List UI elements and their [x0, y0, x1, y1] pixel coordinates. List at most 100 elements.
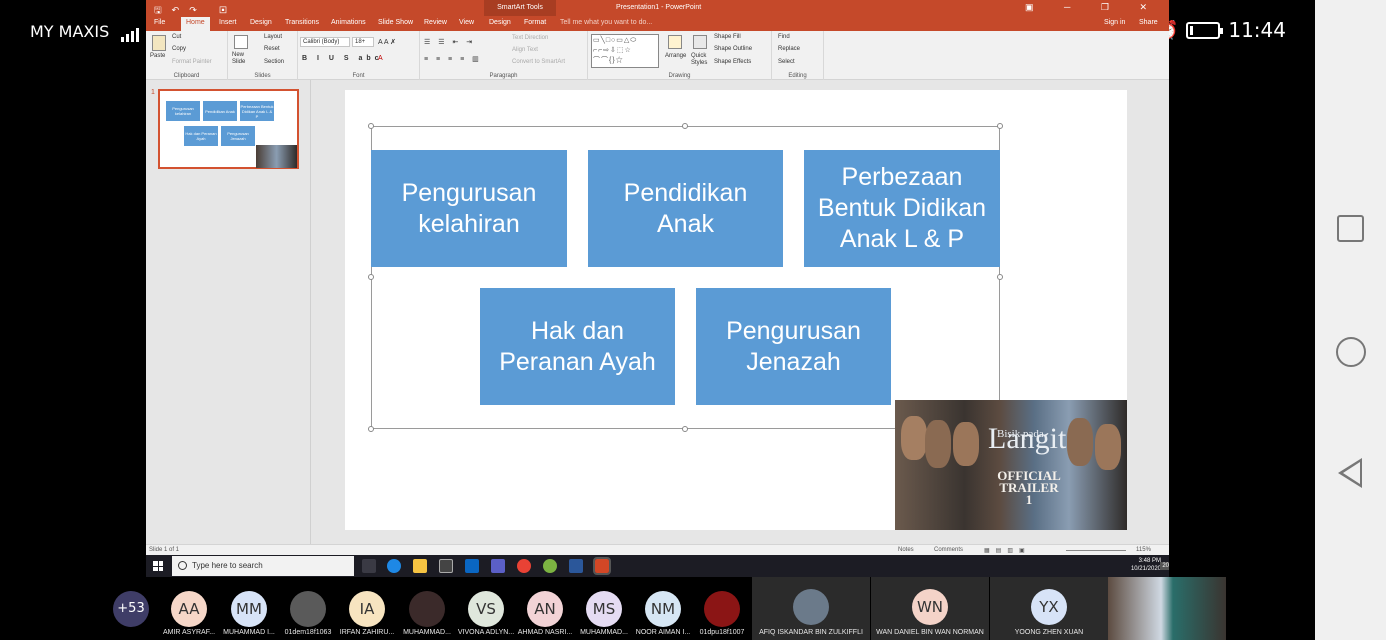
smartart-box-pengurusan-jenazah[interactable]: Pengurusan Jenazah: [696, 288, 891, 405]
task-view-icon[interactable]: [362, 559, 376, 573]
taskbar-search-label: Type here to search: [192, 561, 263, 570]
layout-button[interactable]: Layout: [264, 34, 282, 40]
slide-count: Slide 1 of 1: [149, 547, 180, 553]
zoom-slider[interactable]: [1066, 550, 1126, 551]
paste-icon[interactable]: [152, 35, 166, 51]
teams-icon[interactable]: [491, 559, 505, 573]
comments-button[interactable]: Comments: [934, 547, 963, 553]
reset-button[interactable]: Reset: [264, 46, 280, 52]
section-button[interactable]: Section: [264, 59, 284, 65]
tab-insert[interactable]: Insert: [219, 19, 237, 26]
find-button[interactable]: Find: [778, 34, 790, 40]
home-button[interactable]: [1336, 337, 1366, 367]
tab-smartart-design[interactable]: Design: [489, 19, 511, 26]
tab-design[interactable]: Design: [250, 19, 272, 26]
resize-handle[interactable]: [997, 123, 1003, 129]
smartart-box-perbezaan-bentuk[interactable]: Perbezaan Bentuk Didikan Anak L & P: [804, 150, 1000, 267]
format-painter-button[interactable]: Format Painter: [172, 59, 212, 65]
smartart-box-hak-dan-peranan[interactable]: Hak dan Peranan Ayah: [480, 288, 675, 405]
arrange-button[interactable]: Arrange: [665, 53, 686, 59]
thumbnail-number: 1: [151, 89, 155, 96]
thumb-box: Hak dan Peranan Ayah: [184, 126, 218, 146]
resize-handle[interactable]: [368, 426, 374, 432]
tab-slide-show[interactable]: Slide Show: [378, 19, 413, 26]
participant-tile[interactable]: YX YOONG ZHEN XUAN: [990, 577, 1108, 640]
select-button[interactable]: Select: [778, 59, 795, 65]
edge-icon[interactable]: [387, 559, 401, 573]
align-buttons[interactable]: ≡ ≡ ≡ ≡ ▥: [424, 55, 482, 63]
participant-tile[interactable]: WN WAN DANIEL BIN WAN NORMAN: [871, 577, 989, 640]
tell-me-box[interactable]: Tell me what you want to do...: [560, 19, 652, 26]
tab-animations[interactable]: Animations: [331, 19, 366, 26]
new-slide-button[interactable]: New Slide: [232, 52, 254, 66]
font-size-select[interactable]: 18+: [352, 37, 374, 47]
copy-button[interactable]: Copy: [172, 46, 186, 52]
file-explorer-icon[interactable]: [413, 559, 427, 573]
tab-review[interactable]: Review: [424, 19, 447, 26]
new-slide-icon[interactable]: [234, 35, 248, 49]
recents-button[interactable]: [1337, 215, 1364, 242]
video-poster[interactable]: Bisik pada Langit OFFICIAL TRAILER 1: [895, 400, 1127, 530]
smartart-box-pendidikan-anak[interactable]: Pendidikan Anak: [588, 150, 783, 267]
tab-file[interactable]: File: [154, 19, 165, 26]
align-text-button[interactable]: Align Text: [512, 47, 538, 53]
android-nav-bar: [1315, 0, 1386, 640]
sign-in-link[interactable]: Sign in: [1104, 19, 1125, 26]
participant[interactable]: 01dpu18f1007: [682, 577, 762, 640]
slide-thumbnail[interactable]: Pengurusan kelahiran Pendidikan Anak Per…: [158, 89, 299, 169]
replace-button[interactable]: Replace: [778, 46, 800, 52]
notes-button[interactable]: Notes: [898, 547, 914, 553]
tray-date: 10/21/2020: [1130, 566, 1161, 572]
more-participants[interactable]: +53: [112, 577, 152, 640]
tab-home[interactable]: Home: [181, 17, 210, 31]
font-name-select[interactable]: Calibri (Body): [300, 37, 350, 47]
chrome-icon[interactable]: [517, 559, 531, 573]
shapes-gallery[interactable]: ▭╲□○▭△⬭ ⌐⌐⇨⇩⬚☆ ⌒⌒{}☆: [591, 34, 659, 68]
text-direction-button[interactable]: Text Direction: [512, 35, 548, 41]
tray-time: 3:48 PM: [1138, 558, 1161, 564]
title-bar: 🖫↶↷ ▣ SmartArt Tools Presentation1 - Pow…: [146, 0, 1169, 16]
list-buttons[interactable]: ☰ ☰ ⇤ ⇥: [424, 38, 475, 46]
word-icon[interactable]: [569, 559, 583, 573]
resize-handle[interactable]: [368, 274, 374, 280]
mail-icon[interactable]: [465, 559, 479, 573]
resize-handle[interactable]: [997, 274, 1003, 280]
cut-button[interactable]: Cut: [172, 34, 181, 40]
battery-icon: [1186, 21, 1224, 39]
shape-effects-button[interactable]: Shape Effects: [714, 59, 751, 65]
tab-format[interactable]: Format: [524, 19, 546, 26]
quick-styles-button[interactable]: Quick Styles: [691, 53, 711, 67]
participant-tile[interactable]: AFIQ ISKANDAR BIN ZULKIFFLI: [752, 577, 870, 640]
chrome-profile-icon[interactable]: [543, 559, 557, 573]
clipboard-group: Paste Cut Copy Format Painter Clipboard: [146, 31, 228, 80]
zoom-level[interactable]: 115%: [1136, 547, 1151, 553]
window-controls[interactable]: ▣ ─ ❐ ✕: [1025, 2, 1161, 13]
store-icon[interactable]: [439, 559, 453, 573]
quick-styles-icon[interactable]: [693, 35, 707, 49]
shape-fill-button[interactable]: Shape Fill: [714, 34, 741, 40]
view-buttons[interactable]: ▦▤▥▣: [984, 547, 1031, 554]
powerpoint-icon[interactable]: [593, 557, 611, 575]
system-tray[interactable]: 3:48 PM 10/21/2020: [1131, 557, 1161, 573]
back-button[interactable]: [1338, 458, 1362, 488]
taskbar-search[interactable]: Type here to search: [172, 556, 354, 576]
shape-outline-button[interactable]: Shape Outline: [714, 46, 752, 52]
paste-button[interactable]: Paste: [150, 53, 165, 59]
status-bar: Slide 1 of 1 Notes Comments ▦▤▥▣ 115%: [146, 544, 1169, 555]
windows-start-icon[interactable]: [153, 561, 163, 571]
tab-transitions[interactable]: Transitions: [285, 19, 319, 26]
resize-handle[interactable]: [368, 123, 374, 129]
notification-count[interactable]: 20: [1160, 562, 1169, 570]
smartart-box-pengurusan-kelahiran[interactable]: Pengurusan kelahiran: [371, 150, 567, 267]
font-color-button[interactable]: A: [378, 55, 383, 62]
resize-handle[interactable]: [682, 426, 688, 432]
self-video-tile[interactable]: [1108, 577, 1226, 640]
font-size-buttons[interactable]: A A ✗: [378, 38, 396, 46]
tab-view[interactable]: View: [459, 19, 474, 26]
share-button[interactable]: Share: [1139, 19, 1158, 26]
font-style-buttons[interactable]: B I U S abc: [302, 55, 383, 62]
convert-smartart-button[interactable]: Convert to SmartArt: [512, 59, 565, 65]
resize-handle[interactable]: [682, 123, 688, 129]
arrange-icon[interactable]: [668, 35, 682, 49]
thumb-box: Perbezaan Bentuk Didikan Anak L & P: [240, 101, 274, 121]
